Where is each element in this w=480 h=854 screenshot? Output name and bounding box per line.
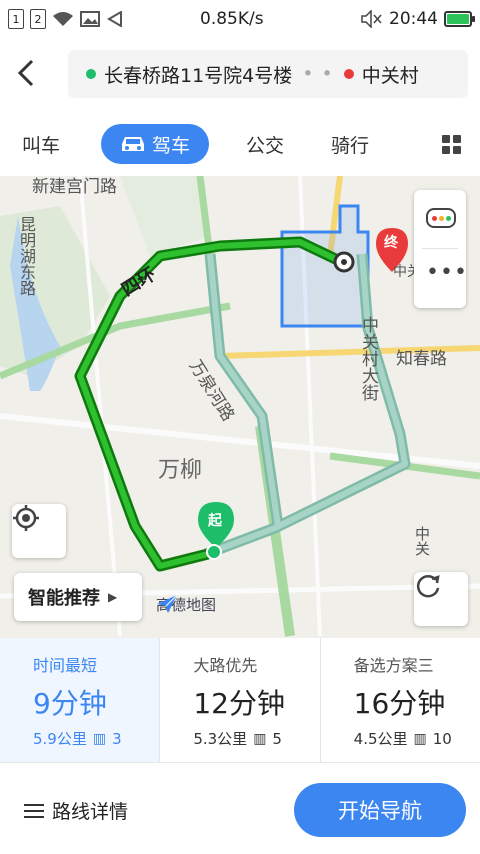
play-arrow-icon: ▶ — [108, 590, 118, 604]
end-pin-label: 终 — [384, 235, 398, 251]
map-label-zhongguancun-street: 中关村大街 — [358, 316, 378, 401]
route-distance: 5.3公里 — [193, 730, 248, 748]
route-detail-button[interactable]: 路线详情 — [24, 797, 128, 824]
refresh-button[interactable] — [414, 572, 468, 626]
destination-text: 中关村 — [361, 64, 419, 87]
tab-bike[interactable]: 骑行 — [331, 124, 369, 164]
network-speed: 0.85K/s — [200, 9, 264, 29]
traffic-light-count-icon: ▥ — [253, 730, 267, 747]
route-meta: 4.5公里 ▥ 10 — [354, 728, 480, 749]
route-summary-box[interactable]: 长春桥路11号院4号楼 • • 中关村 — [68, 50, 468, 98]
mute-icon — [361, 10, 382, 28]
traffic-light-icon[interactable] — [426, 208, 456, 228]
locate-button[interactable] — [12, 504, 66, 558]
tab-drive-label: 驾车 — [151, 134, 190, 157]
route-tag: 大路优先 — [193, 656, 258, 675]
sim1-icon: 1 — [8, 9, 24, 29]
route-detail-label: 路线详情 — [52, 801, 129, 823]
route-lights: 5 — [272, 729, 282, 748]
route-lights: 3 — [112, 729, 122, 748]
back-button[interactable] — [16, 58, 46, 92]
map-label-zhongguancun-short: 中关 — [413, 526, 431, 556]
traffic-light-count-icon: ▥ — [413, 730, 427, 747]
route-options: 时间最短 9分钟 5.9公里 ▥ 3 大路优先 12分钟 5.3公里 ▥ 5 备… — [0, 638, 480, 762]
route-distance: 5.9公里 — [33, 730, 87, 748]
image-icon — [80, 11, 100, 27]
route-lights: 10 — [432, 729, 452, 748]
route-option-2[interactable]: 大路优先 12分钟 5.3公里 ▥ 5 — [159, 638, 319, 762]
start-navigation-button[interactable]: 开始导航 — [294, 783, 466, 837]
cast-icon — [107, 11, 122, 27]
grid-icon — [441, 134, 461, 154]
amap-logo: 高德地图 — [156, 594, 216, 615]
route-option-3[interactable]: 备选方案三 16分钟 4.5公里 ▥ 10 — [319, 638, 480, 762]
traffic-light-count-icon: ▥ — [92, 730, 107, 747]
wifi-icon — [53, 12, 73, 26]
tab-bus[interactable]: 公交 — [246, 124, 284, 164]
status-left: 1 2 — [0, 9, 200, 29]
map-view[interactable]: 新建宫门路 昆明湖东路 四环 万泉河路 中关村大街 知春路 万柳 中关 中关 终… — [0, 176, 480, 638]
route-meta: 5.3公里 ▥ 5 — [193, 728, 319, 749]
route-time: 9分钟 — [33, 687, 107, 720]
transport-mode-tabs: 叫车 驾车 公交 骑行 — [0, 112, 480, 176]
route-time: 12分钟 — [193, 687, 285, 720]
amap-logo-icon — [157, 594, 178, 613]
status-right: 20:44 — [361, 9, 480, 29]
route-tag: 时间最短 — [33, 656, 98, 675]
route-separator: • • — [302, 63, 334, 85]
list-icon — [24, 803, 44, 818]
route-header: 长春桥路11号院4号楼 • • 中关村 — [0, 38, 480, 112]
map-label-xinjiangongmen: 新建宫门路 — [32, 177, 117, 197]
route-option-1[interactable]: 时间最短 9分钟 5.9公里 ▥ 3 — [0, 638, 160, 762]
more-options-icon[interactable]: ••• — [426, 262, 467, 286]
chevron-left-icon — [17, 59, 34, 87]
crosshair-icon — [13, 505, 39, 531]
refresh-icon — [416, 575, 440, 598]
map-label-wanliu: 万柳 — [158, 458, 203, 483]
map-canvas — [0, 176, 480, 637]
map-label-zhichun: 知春路 — [396, 349, 447, 369]
origin-text: 长春桥路11号院4号楼 — [104, 64, 293, 87]
clock: 20:44 — [389, 9, 438, 29]
tab-taxi[interactable]: 叫车 — [22, 124, 60, 164]
smart-recommend-label: 智能推荐 — [28, 588, 100, 609]
route-meta: 5.9公里 ▥ 3 — [33, 728, 159, 749]
route-time: 16分钟 — [353, 687, 446, 720]
map-label-kunming: 昆明湖东路 — [17, 216, 36, 296]
sim2-icon: 2 — [30, 9, 46, 29]
smart-recommend-button[interactable]: 智能推荐 ▶ — [14, 573, 142, 621]
route-tag: 备选方案三 — [353, 656, 434, 675]
tab-drive[interactable]: 驾车 — [101, 124, 209, 164]
status-bar: 1 2 0.85K/s 20:44 — [0, 0, 480, 38]
start-pin-label: 起 — [208, 513, 222, 529]
destination-dot-icon — [343, 69, 354, 79]
route-distance: 4.5公里 — [353, 730, 408, 748]
bottom-bar: 路线详情 开始导航 — [0, 762, 480, 854]
tools-divider — [422, 248, 458, 249]
origin-dot-icon — [86, 69, 96, 79]
map-tools-panel: ••• — [414, 190, 467, 308]
more-modes-button[interactable] — [440, 124, 462, 164]
car-icon — [121, 137, 144, 151]
battery-icon — [444, 11, 475, 27]
